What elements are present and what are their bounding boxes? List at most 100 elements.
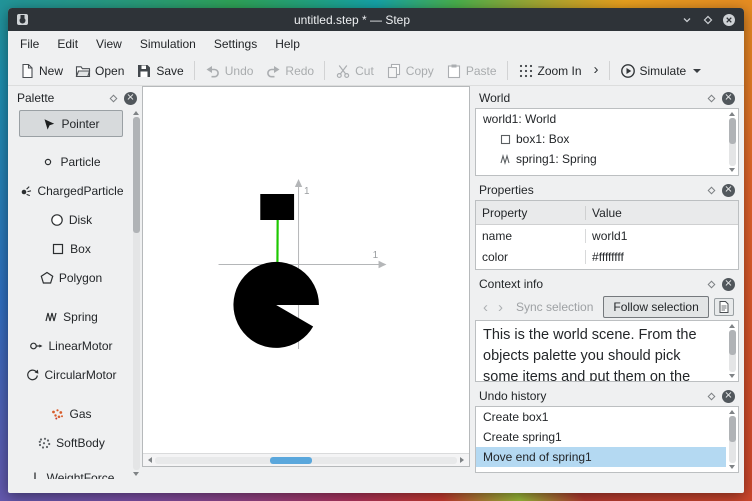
scroll-down-icon[interactable] [729,168,735,172]
minimize-button[interactable] [678,11,695,28]
open-button[interactable]: Open [69,59,130,83]
tree-item-spring1[interactable]: spring1: Spring [476,149,726,169]
scroll-up-icon[interactable] [133,111,139,115]
properties-float-button[interactable] [706,185,717,196]
toolbar-separator [608,61,610,80]
maximize-button[interactable] [699,11,716,28]
world-canvas[interactable]: 1 1 [142,86,470,467]
palette-scrollbar-track[interactable] [132,117,140,470]
world-scrollbar-track[interactable] [728,118,736,166]
close-button[interactable] [720,11,737,28]
palette-item-softbody[interactable]: SoftBody [12,428,130,457]
canvas-hscrollbar[interactable] [143,453,469,466]
undo-item-create-box1[interactable]: Create box1 [476,407,726,427]
world-close-button[interactable]: × [722,91,735,105]
palette-item-circularmotor[interactable]: CircularMotor [12,360,130,389]
undo-item-create-spring1[interactable]: Create spring1 [476,427,726,447]
menu-simulation[interactable]: Simulation [131,33,205,55]
menu-view[interactable]: View [87,33,131,55]
world-scrollbar[interactable] [726,109,738,175]
scroll-right-icon[interactable] [460,457,464,463]
context-document-button[interactable] [714,298,734,316]
palette-header: Palette × [12,88,142,108]
palette-item-box[interactable]: Box [12,234,130,263]
menu-help[interactable]: Help [266,33,309,55]
undo-scrollbar-track[interactable] [728,416,736,463]
undo-item-move-end-of-spring1[interactable]: Move end of spring1 [476,447,726,467]
tree-item-box1[interactable]: box1: Box [476,129,726,149]
undo-scrollbar-thumb[interactable] [728,416,736,442]
undo-scrollbar[interactable] [726,407,738,472]
context-scrollbar-thumb[interactable] [728,330,736,356]
scroll-up-icon[interactable] [729,324,735,328]
property-row-color[interactable]: color #ffffffff [476,246,738,267]
canvas-object-disk[interactable] [233,261,319,348]
paste-button[interactable]: Paste [440,59,503,83]
context-back-button[interactable]: ‹ [480,300,491,315]
particle-icon [45,158,52,165]
properties-close-button[interactable]: × [722,183,735,197]
zoom-in-button[interactable]: Zoom In [512,59,588,83]
canvas-object-box1[interactable] [260,194,295,220]
palette-item-gas[interactable]: Gas [12,399,130,428]
sync-selection-button[interactable]: Sync selection [510,300,599,314]
world-float-button[interactable] [706,93,717,104]
palette-scrollbar-thumb[interactable] [132,117,140,234]
cut-button[interactable]: Cut [329,59,380,83]
palette-item-polygon[interactable]: Polygon [12,263,130,292]
palette-item-linearmotor[interactable]: LinearMotor [12,331,130,360]
palette-scrollbar[interactable] [130,108,142,479]
palette-item-chargedparticle[interactable]: ChargedParticle [12,176,130,205]
gas-icon [52,408,64,419]
menu-settings[interactable]: Settings [205,33,266,55]
palette-item-particle[interactable]: Particle [12,147,130,176]
canvas-hscrollbar-thumb[interactable] [269,456,313,464]
scroll-up-icon[interactable] [729,410,735,414]
titlebar[interactable]: untitled.step * — Step [8,8,744,31]
redo-button[interactable]: Redo [259,59,320,83]
context-scrollbar[interactable] [726,321,738,381]
scroll-down-icon[interactable] [729,374,735,378]
scroll-down-icon[interactable] [729,465,735,469]
new-button[interactable]: New [13,59,69,83]
context-close-button[interactable]: × [722,277,735,291]
scroll-up-icon[interactable] [729,112,735,116]
cut-icon [336,64,350,78]
float-diamond-icon [707,94,716,102]
toolbar-overflow-button[interactable]: › [588,60,605,81]
minimize-icon [683,17,690,22]
palette-close-button[interactable]: × [124,91,137,105]
palette-item-spring[interactable]: Spring [12,302,130,331]
palette-item-disk[interactable]: Disk [12,205,130,234]
follow-selection-button[interactable]: Follow selection [603,296,709,318]
context-scrollbar-track[interactable] [728,330,736,372]
property-row-time[interactable]: time 0.000 [476,267,738,269]
app-window: untitled.step * — Step File Edit View Si… [8,8,744,493]
undo-close-button[interactable]: × [722,389,735,403]
simulate-dropdown-icon[interactable] [693,68,702,73]
scene[interactable]: 1 1 [143,87,469,453]
world-scrollbar-thumb[interactable] [728,118,736,145]
scroll-down-icon[interactable] [133,472,139,476]
canvas-hscrollbar-track[interactable] [155,456,457,464]
properties-table: Property Value name world1 color #ffffff… [475,200,739,270]
properties-header-row[interactable]: Property Value [476,201,738,225]
menu-edit[interactable]: Edit [48,33,87,55]
simulate-button[interactable]: Simulate [614,59,708,83]
save-button[interactable]: Save [130,59,189,83]
menu-file[interactable]: File [11,33,48,55]
context-nav-row: ‹ › Sync selection Follow selection [474,294,740,320]
context-float-button[interactable] [706,279,717,290]
undo-float-button[interactable] [706,391,717,402]
property-row-name[interactable]: name world1 [476,225,738,246]
palette-item-pointer[interactable]: Pointer [19,110,123,137]
context-forward-button[interactable]: › [495,300,506,315]
palette-float-button[interactable] [108,93,119,104]
copy-button[interactable]: Copy [380,59,440,83]
palette-title: Palette [17,91,55,105]
copy-icon [387,63,400,78]
palette-item-weightforce[interactable]: WeightForce [12,463,130,479]
scroll-left-icon[interactable] [148,457,152,463]
undo-button[interactable]: Undo [199,59,260,83]
tree-item-world1[interactable]: world1: World [476,109,726,129]
